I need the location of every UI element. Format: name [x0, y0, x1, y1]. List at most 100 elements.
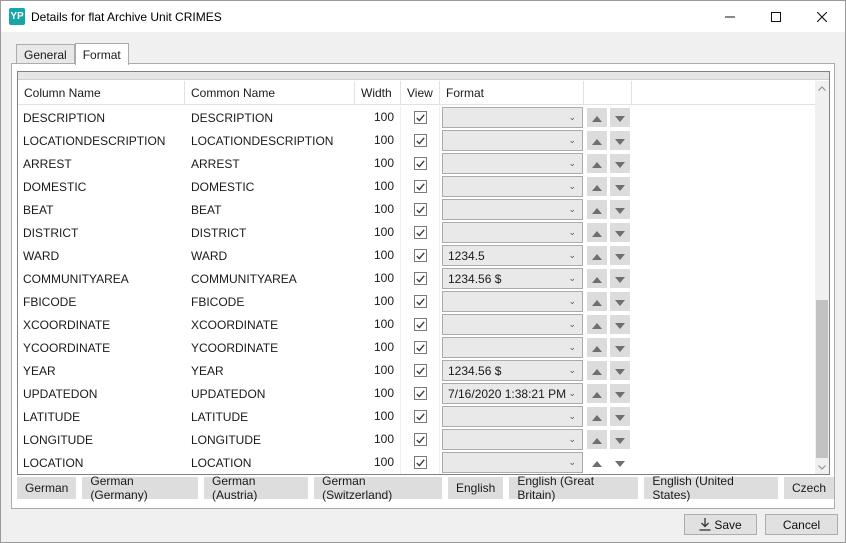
view-checkbox[interactable] [413, 180, 427, 193]
view-checkbox[interactable] [413, 387, 427, 400]
table-row[interactable]: ARREST ARREST 100 ⌄ [18, 152, 815, 175]
format-dropdown[interactable]: ⌄ [442, 429, 583, 450]
move-up-button[interactable] [587, 430, 607, 449]
view-checkbox[interactable] [413, 341, 427, 354]
move-down-button[interactable] [610, 292, 630, 311]
move-up-button[interactable] [587, 361, 607, 380]
move-down-button[interactable] [610, 453, 630, 472]
move-down-button[interactable] [610, 246, 630, 265]
format-dropdown[interactable]: 7/16/2020 1:38:21 PM ⌄ [442, 383, 583, 404]
language-button[interactable]: English [447, 477, 504, 499]
view-checkbox[interactable] [413, 318, 427, 331]
scroll-down-button[interactable] [815, 460, 829, 474]
cell-common-name[interactable]: DESCRIPTION [185, 111, 355, 125]
cell-width[interactable]: 100 [355, 106, 401, 129]
cell-common-name[interactable]: UPDATEDON [185, 387, 355, 401]
language-button[interactable]: English (United States) [644, 474, 778, 502]
cell-width[interactable]: 100 [355, 198, 401, 221]
format-dropdown[interactable]: ⌄ [442, 199, 583, 220]
view-checkbox[interactable] [413, 272, 427, 285]
format-dropdown[interactable]: ⌄ [442, 291, 583, 312]
view-checkbox[interactable] [413, 295, 427, 308]
cell-common-name[interactable]: DOMESTIC [185, 180, 355, 194]
cell-width[interactable]: 100 [355, 175, 401, 198]
cell-width[interactable]: 100 [355, 451, 401, 474]
move-up-button[interactable] [587, 246, 607, 265]
view-checkbox[interactable] [413, 364, 427, 377]
table-row[interactable]: DISTRICT DISTRICT 100 ⌄ [18, 221, 815, 244]
table-row[interactable]: DESCRIPTION DESCRIPTION 100 ⌄ [18, 106, 815, 129]
view-checkbox[interactable] [413, 111, 427, 124]
cell-width[interactable]: 100 [355, 405, 401, 428]
move-up-button[interactable] [587, 131, 607, 150]
table-row[interactable]: WARD WARD 100 1234.5 ⌄ [18, 244, 815, 267]
cell-common-name[interactable]: DISTRICT [185, 226, 355, 240]
format-dropdown[interactable]: ⌄ [442, 452, 583, 473]
header-common-name[interactable]: Common Name [185, 81, 355, 104]
save-button[interactable]: Save [684, 514, 757, 535]
cell-common-name[interactable]: LONGITUDE [185, 433, 355, 447]
language-button[interactable]: German (Austria) [204, 474, 309, 502]
view-checkbox[interactable] [413, 157, 427, 170]
table-row[interactable]: LATITUDE LATITUDE 100 ⌄ [18, 405, 815, 428]
header-width[interactable]: Width [355, 81, 401, 104]
view-checkbox[interactable] [413, 456, 427, 469]
format-dropdown[interactable]: 1234.56 $ ⌄ [442, 268, 583, 289]
move-up-button[interactable] [587, 200, 607, 219]
cell-width[interactable]: 100 [355, 152, 401, 175]
table-row[interactable]: YEAR YEAR 100 1234.56 $ ⌄ [18, 359, 815, 382]
cell-width[interactable]: 100 [355, 221, 401, 244]
view-checkbox[interactable] [413, 134, 427, 147]
table-row[interactable]: XCOORDINATE XCOORDINATE 100 ⌄ [18, 313, 815, 336]
language-button[interactable]: German [17, 477, 77, 499]
move-up-button[interactable] [587, 108, 607, 127]
format-dropdown[interactable]: 1234.56 $ ⌄ [442, 360, 583, 381]
table-row[interactable]: YCOORDINATE YCOORDINATE 100 ⌄ [18, 336, 815, 359]
header-column-name[interactable]: Column Name [18, 81, 185, 104]
cell-width[interactable]: 100 [355, 359, 401, 382]
move-down-button[interactable] [610, 223, 630, 242]
header-format[interactable]: Format [440, 81, 584, 104]
format-dropdown[interactable]: ⌄ [442, 107, 583, 128]
scroll-thumb[interactable] [816, 300, 828, 458]
format-dropdown[interactable]: ⌄ [442, 130, 583, 151]
cancel-button[interactable]: Cancel [765, 514, 838, 535]
close-button[interactable] [799, 1, 845, 32]
title-bar[interactable]: YP Details for flat Archive Unit CRIMES [1, 1, 845, 32]
cell-common-name[interactable]: BEAT [185, 203, 355, 217]
view-checkbox[interactable] [413, 249, 427, 262]
cell-width[interactable]: 100 [355, 313, 401, 336]
view-checkbox[interactable] [413, 226, 427, 239]
move-up-button[interactable] [587, 315, 607, 334]
cell-common-name[interactable]: XCOORDINATE [185, 318, 355, 332]
language-button[interactable]: English (Great Britain) [509, 474, 639, 502]
move-up-button[interactable] [587, 223, 607, 242]
move-down-button[interactable] [610, 177, 630, 196]
header-view[interactable]: View [401, 81, 440, 104]
cell-width[interactable]: 100 [355, 336, 401, 359]
cell-common-name[interactable]: LOCATIONDESCRIPTION [185, 134, 355, 148]
move-up-button[interactable] [587, 154, 607, 173]
scroll-up-button[interactable] [815, 81, 829, 95]
cell-width[interactable]: 100 [355, 290, 401, 313]
table-row[interactable]: FBICODE FBICODE 100 ⌄ [18, 290, 815, 313]
move-up-button[interactable] [587, 453, 607, 472]
view-checkbox[interactable] [413, 410, 427, 423]
move-down-button[interactable] [610, 430, 630, 449]
tab-format[interactable]: Format [74, 43, 129, 65]
view-checkbox[interactable] [413, 433, 427, 446]
move-up-button[interactable] [587, 384, 607, 403]
vertical-scrollbar[interactable] [815, 81, 829, 474]
move-up-button[interactable] [587, 338, 607, 357]
table-row[interactable]: LONGITUDE LONGITUDE 100 ⌄ [18, 428, 815, 451]
cell-common-name[interactable]: COMMUNITYAREA [185, 272, 355, 286]
cell-common-name[interactable]: ARREST [185, 157, 355, 171]
move-up-button[interactable] [587, 292, 607, 311]
move-down-button[interactable] [610, 338, 630, 357]
format-dropdown[interactable]: ⌄ [442, 153, 583, 174]
cell-width[interactable]: 100 [355, 244, 401, 267]
move-up-button[interactable] [587, 177, 607, 196]
table-row[interactable]: BEAT BEAT 100 ⌄ [18, 198, 815, 221]
table-row[interactable]: COMMUNITYAREA COMMUNITYAREA 100 1234.56 $ ⌄ [18, 267, 815, 290]
table-row[interactable]: UPDATEDON UPDATEDON 100 7/16/2020 1:38:21 P… [18, 382, 815, 405]
